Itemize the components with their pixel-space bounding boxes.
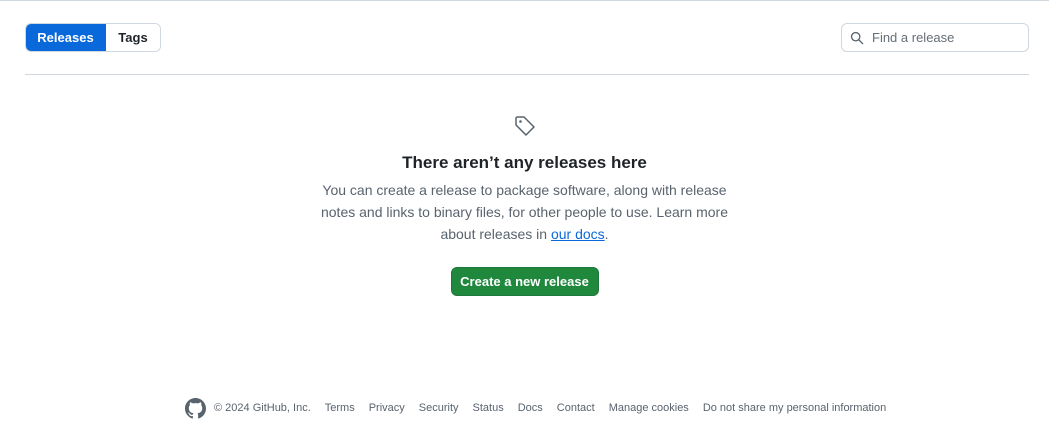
footer-link-do-not-share[interactable]: Do not share my personal information — [703, 402, 886, 414]
tag-icon — [514, 116, 535, 136]
search-input[interactable] — [872, 25, 1022, 50]
search-icon — [850, 31, 864, 44]
footer-link-manage-cookies[interactable]: Manage cookies — [609, 402, 689, 414]
footer-link-security[interactable]: Security — [419, 402, 459, 414]
description-period: . — [604, 226, 609, 242]
empty-state: There aren’t any releases here You can c… — [0, 114, 1049, 296]
footer-link-contact[interactable]: Contact — [557, 402, 595, 414]
releases-tags-tabnav: Releases Tags — [25, 23, 161, 52]
tab-tags[interactable]: Tags — [106, 24, 160, 51]
empty-state-description: You can create a release to package soft… — [305, 179, 745, 245]
copyright-text: © 2024 GitHub, Inc. — [214, 402, 311, 414]
footer-link-status[interactable]: Status — [473, 402, 504, 414]
find-release-search[interactable] — [841, 23, 1029, 52]
footer: © 2024 GitHub, Inc. Terms Privacy Securi… — [185, 397, 900, 419]
footer-link-terms[interactable]: Terms — [325, 402, 355, 414]
footer-link-privacy[interactable]: Privacy — [369, 402, 405, 414]
our-docs-link[interactable]: our docs — [551, 226, 605, 242]
description-text: You can create a release to package soft… — [320, 182, 728, 242]
top-border — [0, 0, 1049, 1]
header-divider — [25, 74, 1029, 75]
tab-releases[interactable]: Releases — [26, 24, 106, 51]
create-new-release-button[interactable]: Create a new release — [450, 267, 599, 296]
footer-link-docs[interactable]: Docs — [518, 402, 543, 414]
empty-state-title: There aren’t any releases here — [402, 153, 647, 172]
github-logo-icon[interactable] — [185, 397, 206, 419]
